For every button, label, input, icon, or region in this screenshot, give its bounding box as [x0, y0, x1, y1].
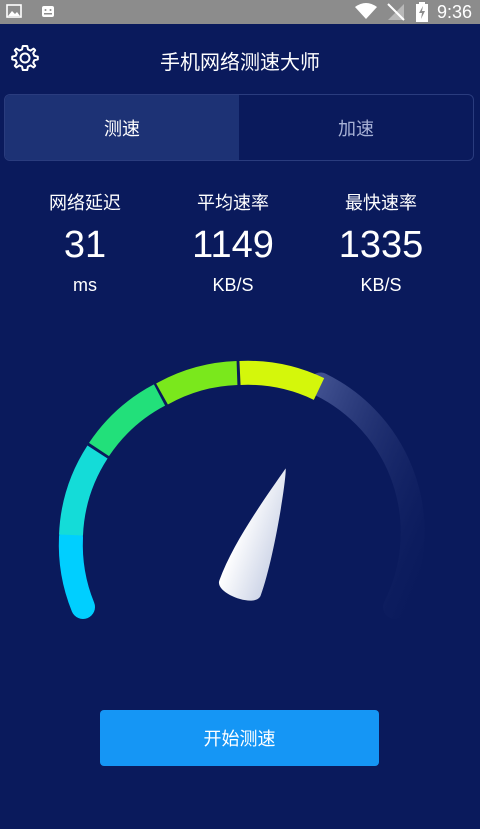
stat-average: 平均速率 1149 KB/S: [158, 190, 308, 298]
signal-off-icon: [386, 2, 406, 26]
gauge-track-arc: [308, 372, 425, 619]
gauge-segment-2: [59, 445, 108, 536]
tab-accelerate[interactable]: 加速: [239, 95, 473, 160]
stat-fastest-value: 1335: [338, 224, 424, 266]
gauge-segment-5: [239, 360, 325, 400]
stats-panel: 网络延迟 31 ms 平均速率 1149 KB/S 最快速率 1335 KB/S: [0, 190, 480, 310]
image-icon: [6, 3, 22, 23]
stat-average-unit: KB/S: [212, 275, 254, 295]
gauge-segment-1: [58, 525, 95, 619]
tab-bar: 测速 加速: [4, 94, 474, 161]
stat-latency-unit: ms: [73, 275, 97, 295]
status-bar: 9:36: [0, 0, 480, 24]
stat-latency: 网络延迟 31 ms: [10, 190, 160, 298]
battery-charging-icon: [416, 2, 428, 26]
stat-average-value: 1149: [192, 224, 274, 266]
stat-average-label: 平均速率: [197, 193, 269, 214]
app-header: 手机网络测速大师: [0, 24, 480, 94]
gauge-needle: [219, 468, 286, 601]
android-icon: [40, 3, 56, 23]
tab-speed-test[interactable]: 测速: [5, 95, 239, 160]
status-time: 9:36: [436, 2, 472, 22]
gauge-segment-4: [156, 361, 238, 405]
gauge-segment-3: [89, 384, 166, 457]
stat-latency-label: 网络延迟: [49, 193, 121, 214]
wifi-icon: [354, 2, 378, 24]
stat-fastest-unit: KB/S: [360, 275, 402, 295]
start-test-button[interactable]: 开始测速: [100, 710, 379, 766]
speed-gauge: [40, 350, 440, 640]
stat-latency-value: 31: [63, 224, 107, 266]
stat-fastest: 最快速率 1335 KB/S: [306, 190, 456, 298]
stat-fastest-label: 最快速率: [345, 193, 417, 214]
page-title: 手机网络测速大师: [160, 50, 320, 74]
